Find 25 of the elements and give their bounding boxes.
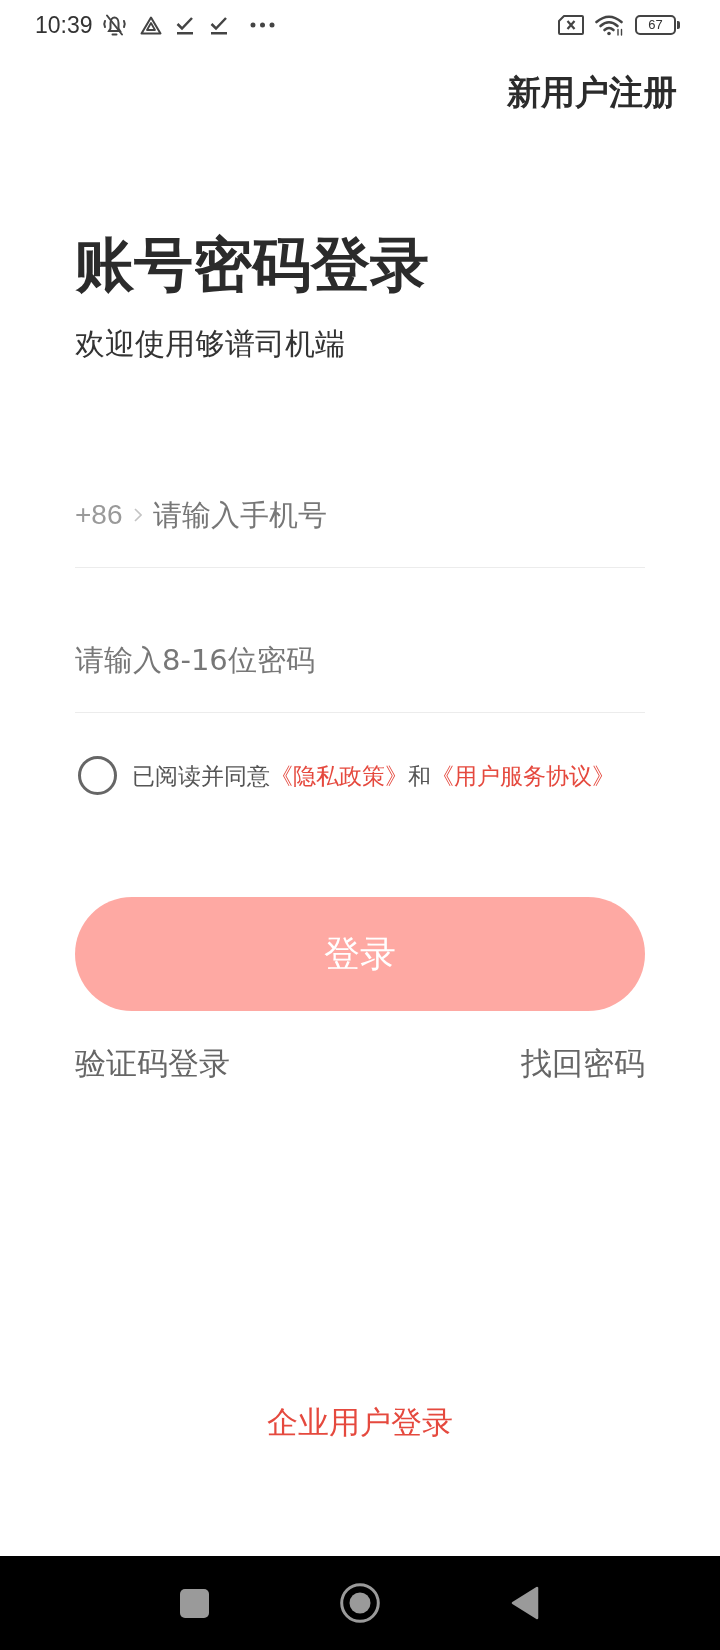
sim-card-icon xyxy=(558,15,584,35)
wifi-icon xyxy=(594,14,624,36)
status-time: 10:39 xyxy=(35,11,93,39)
check-icon xyxy=(175,15,194,35)
agree-checkbox[interactable] xyxy=(78,756,117,795)
enterprise-login-link[interactable]: 企业用户登录 xyxy=(267,1402,453,1442)
chevron-right-icon xyxy=(133,508,142,522)
recents-icon[interactable] xyxy=(180,1588,209,1618)
page-title: 账号密码登录 xyxy=(75,232,430,298)
policy-link[interactable]: 《用户服务协议》 xyxy=(431,762,615,789)
home-icon[interactable] xyxy=(340,1583,380,1623)
page-subtitle: 欢迎使用够谱司机端 xyxy=(75,326,346,362)
triangle-icon xyxy=(139,15,162,35)
policy-link[interactable]: 《隐私政策》 xyxy=(270,762,408,789)
phone-input[interactable]: 请输入手机号 xyxy=(152,497,645,533)
country-code-selector[interactable]: +86 xyxy=(75,497,142,533)
code-login-link[interactable]: 验证码登录 xyxy=(75,1043,230,1083)
more-icon xyxy=(249,22,275,28)
register-link[interactable]: 新用户注册 xyxy=(507,72,677,112)
password-input[interactable]: 请输入8-16位密码 xyxy=(75,642,645,678)
battery-indicator: 67 xyxy=(635,15,680,35)
back-icon[interactable] xyxy=(511,1586,539,1620)
agreement-text: 已阅读并同意《隐私政策》和《用户服务协议》 xyxy=(132,761,615,791)
check-icon xyxy=(209,15,228,35)
recover-password-link[interactable]: 找回密码 xyxy=(521,1043,645,1083)
